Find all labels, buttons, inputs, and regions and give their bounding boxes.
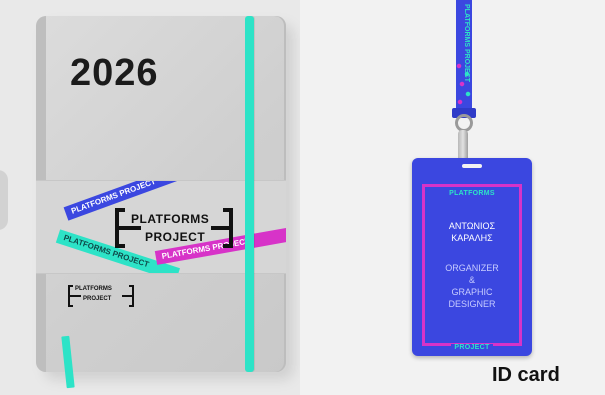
card-top-label-text: PLATFORMS bbox=[446, 190, 498, 197]
mini-logo-line-2: PROJECT bbox=[83, 296, 112, 302]
mockup-canvas: 2026 PLATFORMS PROJECT PLATFORMS PROJECT… bbox=[0, 0, 605, 395]
id-card-panel: PLATFORMS PROJECT PLATFORMS ΑΝΤΩΝΙΟΣ ΚΑΡ… bbox=[300, 0, 605, 395]
card-top-label: PLATFORMS bbox=[412, 182, 532, 200]
mini-logo: PLATFORMS PROJECT bbox=[68, 285, 134, 307]
card-name-line-2: ΚΑΡΑΛΗΣ bbox=[451, 233, 493, 243]
card-bottom-label: PROJECT bbox=[412, 340, 532, 353]
card-role-line-1: ORGANIZER bbox=[445, 263, 499, 273]
notebook-panel: 2026 PLATFORMS PROJECT PLATFORMS PROJECT… bbox=[0, 0, 300, 395]
lanyard-pattern bbox=[456, 60, 472, 110]
card-role-line-3: GRAPHIC bbox=[451, 287, 493, 297]
lanyard-strap: PLATFORMS PROJECT bbox=[456, 0, 472, 110]
logo-line-2: PROJECT bbox=[145, 230, 206, 244]
logo-line-1: PLATFORMS bbox=[131, 212, 210, 226]
id-card-caption: ID card bbox=[492, 364, 560, 386]
card-slot bbox=[462, 164, 482, 168]
id-card: PLATFORMS ΑΝΤΩΝΙΟΣ ΚΑΡΑΛΗΣ ORGANIZER & G… bbox=[412, 158, 532, 356]
card-role: ORGANIZER & GRAPHIC DESIGNER bbox=[422, 262, 522, 310]
card-bottom-label-text: PROJECT bbox=[451, 344, 493, 351]
card-role-line-4: DESIGNER bbox=[448, 299, 496, 309]
card-name-line-1: ΑΝΤΩΝΙΟΣ bbox=[448, 221, 496, 231]
side-object bbox=[0, 170, 8, 230]
card-name: ΑΝΤΩΝΙΟΣ ΚΑΡΑΛΗΣ bbox=[422, 220, 522, 244]
platforms-project-logo: PLATFORMS PROJECT bbox=[115, 208, 233, 248]
notebook-year: 2026 bbox=[70, 52, 159, 94]
mini-logo-line-1: PLATFORMS bbox=[75, 286, 112, 292]
elastic-band bbox=[245, 16, 254, 372]
card-role-line-2: & bbox=[468, 275, 475, 285]
